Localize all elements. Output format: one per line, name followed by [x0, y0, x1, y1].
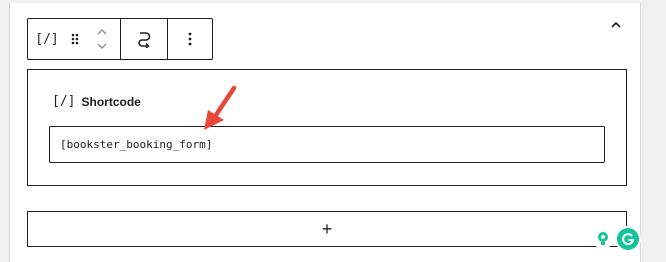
transform-button[interactable]	[121, 19, 167, 59]
shortcode-input[interactable]	[49, 126, 605, 163]
toolbar-group-block: [/]	[28, 19, 121, 59]
toolbar-group-transform	[121, 19, 168, 59]
plus-icon: +	[321, 219, 333, 239]
shortcode-block[interactable]: [/] Shortcode	[27, 69, 627, 186]
block-type-button[interactable]: [/]	[28, 19, 66, 59]
options-button[interactable]	[168, 19, 212, 59]
collapse-button[interactable]	[604, 14, 628, 36]
chevron-up-icon	[611, 21, 621, 28]
move-up-button[interactable]	[96, 25, 108, 39]
block-label: [/] Shortcode	[52, 94, 141, 109]
chevron-down-small-icon	[97, 43, 107, 49]
chevron-up-small-icon	[97, 29, 107, 35]
move-down-button[interactable]	[96, 39, 108, 53]
transform-icon	[138, 32, 151, 48]
drag-handle-icon	[71, 33, 79, 45]
add-block-appender[interactable]: +	[27, 211, 627, 247]
shortcode-block-icon: [/]	[35, 31, 59, 47]
block-toolbar: [/]	[27, 18, 213, 60]
toolbar-group-options	[168, 19, 212, 59]
grammarly-icon[interactable]	[617, 228, 639, 250]
drag-handle[interactable]	[66, 19, 84, 59]
lightbulb-icon[interactable]	[593, 229, 613, 249]
kebab-menu-icon	[188, 32, 192, 46]
shortcode-icon: [/]	[52, 94, 76, 109]
block-mover	[84, 19, 120, 59]
red-arrow-icon	[204, 85, 237, 130]
block-label-text: Shortcode	[81, 94, 141, 109]
